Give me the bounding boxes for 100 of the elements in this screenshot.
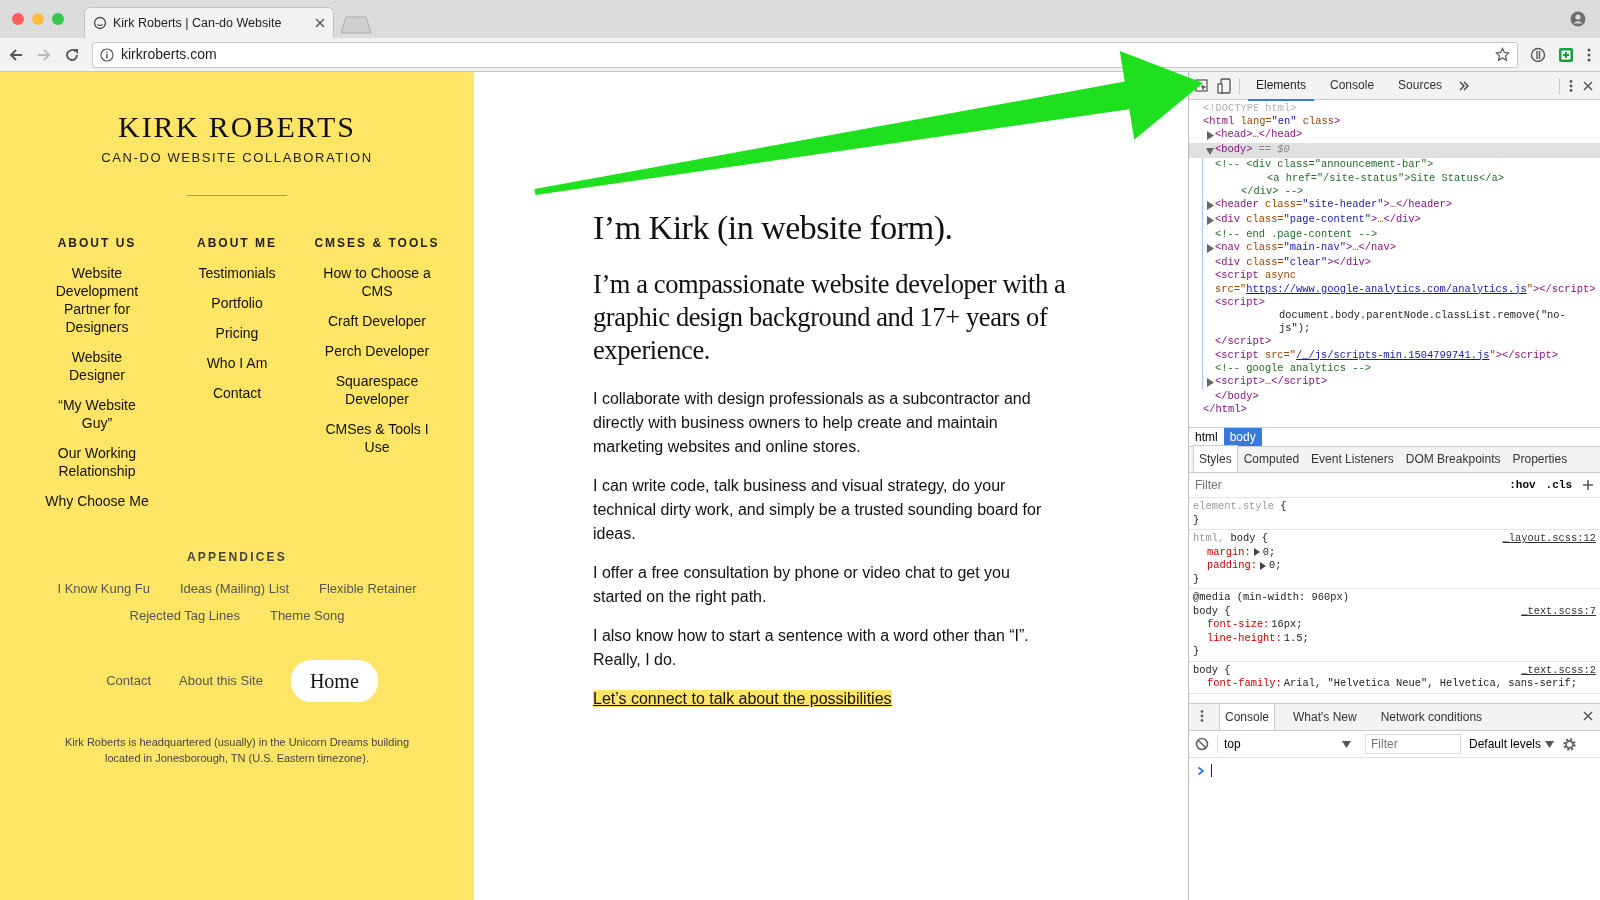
collapsed-arrow-icon[interactable] [1205,213,1215,228]
nav-link[interactable]: Pricing [215,324,259,342]
source-link[interactable]: _text.scss:7 [1521,604,1596,618]
appendix-link[interactable]: Ideas (Mailing) List [179,580,290,597]
site-title[interactable]: KIRK ROBERTS [117,110,357,144]
appendix-link[interactable]: I Know Kung Fu [57,580,150,597]
code-link[interactable]: /_/js/scripts-min.1504799741.js [1296,348,1490,361]
nav-link[interactable]: Who I Am [206,354,268,372]
add-icon[interactable] [1582,479,1594,491]
css-declaration[interactable]: padding: 0; [1193,559,1596,573]
nav-link[interactable]: CMSes & Tools I Use [314,420,440,456]
settings-icon[interactable] [1562,736,1578,752]
nav-link[interactable]: Testimonials [198,264,276,282]
breadcrumb[interactable]: body [1223,428,1262,446]
profile-icon[interactable] [1570,11,1586,27]
css-declaration[interactable]: font-family: Arial, "Helvetica Neue", Helvetica, sans-serif; [1193,677,1596,691]
nav-link[interactable]: Website Development Partner for Designers [45,264,149,336]
brace: } [1193,513,1201,527]
star-icon[interactable] [1495,47,1510,62]
css-declaration[interactable]: line-height: 1.5; [1193,631,1596,645]
device-icon[interactable] [1217,77,1231,94]
css-declaration[interactable]: font-size: 16px; [1193,618,1596,632]
more-tabs-icon[interactable] [1458,79,1471,92]
drawer-tab[interactable]: Console [1219,703,1276,730]
close-icon[interactable] [1582,710,1594,722]
code-line: <script src="/_/js/scripts-min.1504799741.js"></script> [1215,348,1559,362]
address-bar[interactable]: kirkroberts.com [92,41,1518,68]
nav-link[interactable]: Craft Developer [327,312,426,330]
browser-tab[interactable]: Kirk Roberts | Can-do Website [84,7,334,38]
page-heading: I’m Kirk (in website form). [593,208,954,248]
footer-link[interactable]: Home [290,660,378,702]
brace: { [1224,604,1231,617]
dom-node[interactable]: <body> == $0 [1189,143,1600,159]
code-line: <script> [1215,295,1265,310]
source-link[interactable]: _layout.scss:12 [1502,532,1596,546]
code-line: <script async src="https://www.google-analytics.com/analytics.js"></script> [1215,269,1596,296]
expand-arrow-icon[interactable] [1258,560,1267,571]
styles-tab[interactable]: Properties [1506,445,1574,472]
close-icon[interactable] [1582,79,1594,92]
drawer-tab[interactable]: What's New [1287,703,1363,730]
inspect-icon[interactable] [1195,78,1209,93]
code-link[interactable]: https://www.google-analytics.com/analytics.js [1246,282,1527,295]
nav-link[interactable]: Squarespace Developer [314,372,440,408]
devtools-tab[interactable]: Console [1322,70,1383,101]
appendix-link[interactable]: Theme Song [269,607,345,624]
brace: { [1280,500,1287,512]
levels-dropdown[interactable]: Default levels [1469,735,1555,753]
appendix-link[interactable]: Rejected Tag Lines [129,607,240,624]
clear-icon[interactable] [1195,737,1209,751]
code-line: </div> --> [1240,184,1304,198]
drawer-tab[interactable]: Network conditions [1374,703,1489,730]
filter-field[interactable]: Filter [1365,734,1461,754]
nav-heading: ABOUT US [57,235,137,252]
appendix-link[interactable]: Flexible Retainer [319,580,417,597]
paragraph: I can write code, talk business and visual strategy, do your technical dirty work, and simply be a trusted sounding board for ideas. [593,476,1043,544]
menu-icon[interactable] [1199,709,1205,723]
cta-link[interactable]: Let’s connect to talk about the possibilities [593,690,892,707]
devtools-tab[interactable]: Sources [1390,70,1451,101]
reload-icon[interactable] [64,46,80,63]
styles-tab[interactable]: Styles [1193,445,1238,472]
caret-icon [1545,740,1555,748]
breadcrumb[interactable]: html [1189,428,1224,446]
styles-tab[interactable]: DOM Breakpoints [1399,445,1507,472]
tagline: CAN-DO WEBSITE COLLABORATION [101,149,373,167]
expand-arrow-icon[interactable] [1252,547,1261,558]
nav-link[interactable]: Portfolio [211,294,263,312]
styles-tab[interactable]: Computed [1237,445,1306,472]
nav-link[interactable]: Our Working Relationship [45,444,149,480]
back-icon[interactable] [8,46,24,63]
devtools-tab[interactable]: Elements [1248,70,1315,101]
nav-link[interactable]: How to Choose a CMS [314,264,440,300]
nav-link[interactable]: Why Choose Me [45,492,149,510]
code-line: <!-- google analytics --> [1215,361,1371,376]
menu-icon[interactable] [1586,46,1592,63]
collapsed-arrow-icon[interactable] [1205,198,1215,213]
footer-link[interactable]: Contact [106,671,152,691]
code-line: <div class="page-content">…</div> [1215,213,1421,227]
nav-link[interactable]: Website Designer [45,348,149,384]
nav-link[interactable]: Contact [212,384,262,402]
source-link[interactable]: _text.scss:2 [1521,663,1596,677]
css-declaration[interactable]: margin: 0; [1193,545,1596,559]
css-property: margin: [1207,545,1251,559]
css-selector: body [1193,604,1218,617]
nav-link[interactable]: Perch Developer [324,342,430,360]
close-icon[interactable] [315,18,325,28]
nav-link[interactable]: “My Website Guy” [45,396,149,432]
code-line: <!DOCTYPE html> [1203,102,1297,116]
hover-state-button[interactable]: :hov [1509,476,1536,494]
styles-tab[interactable]: Event Listeners [1305,445,1400,472]
paragraph: I collaborate with design professionals as a subcontractor and directly with business owners to help create and maintain marketing websites and online stores. [593,389,1032,457]
css-value: 1.5; [1283,631,1309,645]
footer-link[interactable]: About this Site [179,671,263,691]
menu-icon[interactable] [1568,78,1574,93]
css-property: font-size: [1207,618,1270,632]
paragraph: I offer a free consultation by phone or video chat to get you started on the right path. [593,563,1011,607]
code-line: <script>…</script> [1215,375,1328,389]
tab-title: Kirk Roberts | Can-do Website [113,14,283,32]
context-dropdown[interactable]: top [1217,735,1357,753]
class-button[interactable]: .cls [1545,476,1572,494]
info-icon[interactable] [100,47,114,62]
